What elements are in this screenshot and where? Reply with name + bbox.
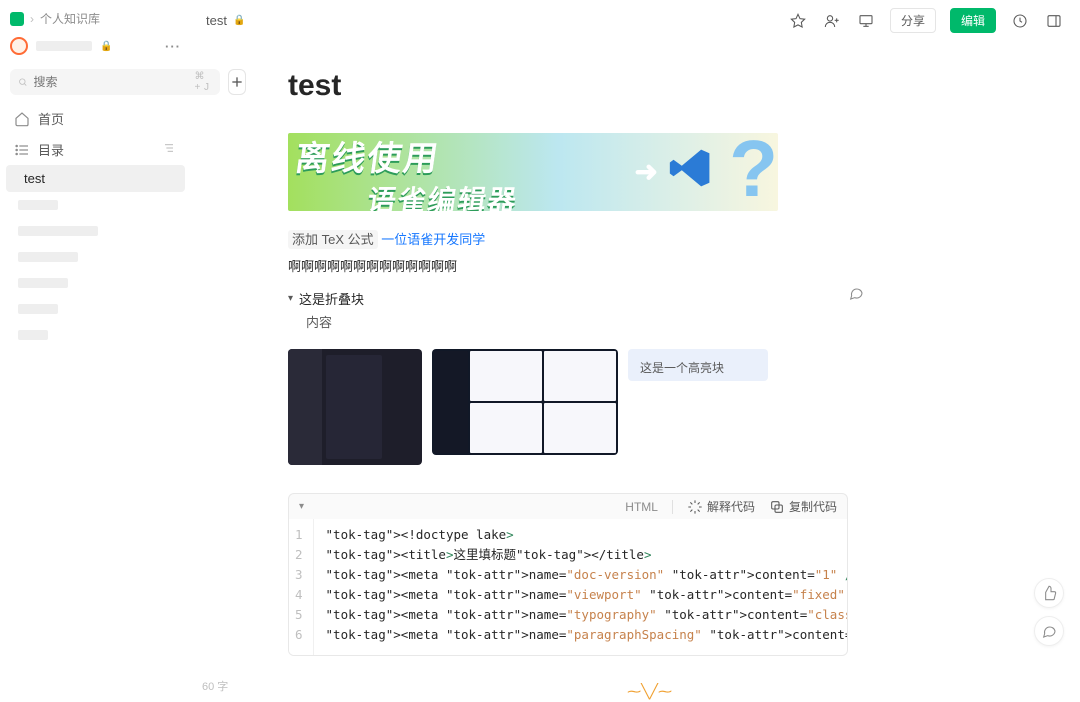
- comment-button[interactable]: [1034, 616, 1064, 646]
- doc-item-label: test: [24, 171, 45, 186]
- code-body[interactable]: 123456 "tok-tag"><!doctype lake>"tok-tag…: [289, 519, 847, 655]
- document-body: test 离线使用 语雀编辑器 ➜ ? 添加 TeX 公式 一位语雀开发同学 啊…: [288, 41, 848, 702]
- presentation-icon: [858, 13, 874, 29]
- star-button[interactable]: [788, 11, 808, 31]
- question-mark-icon: ?: [729, 133, 778, 211]
- doc-item-placeholder[interactable]: [18, 200, 58, 210]
- explain-code-button[interactable]: 解释代码: [687, 498, 755, 515]
- sidebar: › 个人知识库 🔒 ··· ⌘ + J 首页 目录: [0, 0, 192, 702]
- collapse-title: 这是折叠块: [299, 289, 364, 308]
- banner-image[interactable]: 离线使用 语雀编辑器 ➜ ?: [288, 133, 778, 211]
- like-button[interactable]: [1034, 578, 1064, 608]
- comment-bubble-icon[interactable]: [848, 285, 864, 304]
- caret-down-icon[interactable]: ▾: [299, 501, 304, 512]
- tex-author-link[interactable]: 一位语雀开发同学: [381, 232, 485, 247]
- edit-button[interactable]: 编辑: [950, 8, 996, 33]
- share-button[interactable]: 分享: [890, 8, 936, 33]
- thumbs-up-icon: [1041, 585, 1057, 601]
- code-block: ▾ HTML 解释代码 复制代码: [288, 493, 848, 656]
- breadcrumb[interactable]: › 个人知识库: [0, 0, 191, 31]
- main: test 🔒 分享 编辑 test 离线使用 语雀编辑器 ➜ ?: [192, 0, 1080, 702]
- list-icon: [14, 142, 30, 158]
- lock-icon: 🔒: [233, 15, 245, 26]
- doc-item-active[interactable]: test: [6, 165, 185, 192]
- search-field[interactable]: [33, 75, 188, 89]
- sparkle-icon: [687, 499, 703, 515]
- app-logo-icon: [10, 12, 24, 26]
- search-icon: [18, 74, 27, 90]
- nav-toc[interactable]: 目录: [0, 134, 191, 165]
- doc-item-placeholder[interactable]: [18, 278, 68, 288]
- doc-breadcrumb-title[interactable]: test: [206, 13, 227, 28]
- image-thumb[interactable]: [432, 349, 618, 455]
- nav-toc-label: 目录: [38, 140, 64, 159]
- star-icon: [790, 13, 806, 29]
- copy-code-button[interactable]: 复制代码: [769, 498, 837, 515]
- paragraph[interactable]: 啊啊啊啊啊啊啊啊啊啊啊啊啊: [288, 256, 848, 275]
- doc-item-placeholder[interactable]: [18, 226, 98, 236]
- code-lines[interactable]: "tok-tag"><!doctype lake>"tok-tag"><titl…: [314, 519, 848, 655]
- lock-icon: 🔒: [100, 41, 112, 52]
- chevron-right-icon: ›: [30, 12, 34, 26]
- tex-line: 添加 TeX 公式 一位语雀开发同学: [288, 229, 848, 248]
- clock-icon: [1012, 13, 1028, 29]
- search-input[interactable]: ⌘ + J: [10, 69, 220, 95]
- doc-item-placeholder[interactable]: [18, 252, 78, 262]
- banner-subhead: 语雀编辑器: [365, 179, 521, 211]
- toc-toggle-icon[interactable]: [161, 140, 177, 159]
- panel-button[interactable]: [1044, 11, 1064, 31]
- tex-prefix[interactable]: 添加 TeX 公式: [288, 230, 378, 249]
- nav-home-label: 首页: [38, 109, 64, 128]
- more-button[interactable]: ···: [165, 39, 181, 54]
- banner-headline: 离线使用: [293, 133, 444, 180]
- topbar: test 🔒 分享 编辑: [192, 0, 1080, 41]
- collapse-toggle[interactable]: ▾ 这是折叠块: [288, 285, 848, 312]
- user-plus-icon: [824, 13, 840, 29]
- vscode-icon: [668, 145, 714, 191]
- code-lang-label[interactable]: HTML: [625, 500, 658, 514]
- avatar: [10, 37, 28, 55]
- doc-item-placeholder[interactable]: [18, 304, 58, 314]
- copy-icon: [769, 499, 785, 515]
- collapse-block: ▾ 这是折叠块 内容: [288, 285, 848, 331]
- code-gutter: 123456: [289, 519, 314, 655]
- highlight-block[interactable]: 这是一个高亮块: [628, 349, 768, 381]
- activity-pulse-icon: ⁓╲╱⁓: [627, 683, 672, 700]
- side-panel-icon: [1046, 13, 1062, 29]
- nav-home[interactable]: 首页: [0, 103, 191, 134]
- history-button[interactable]: [1010, 11, 1030, 31]
- invite-button[interactable]: [822, 11, 842, 31]
- word-count: 60 字: [196, 674, 234, 698]
- image-thumb[interactable]: [288, 349, 422, 465]
- arrow-icon: ➜: [635, 155, 658, 188]
- image-row: 这是一个高亮块: [288, 349, 848, 465]
- collapse-content[interactable]: 内容: [288, 312, 848, 331]
- code-header: ▾ HTML 解释代码 复制代码: [289, 494, 847, 519]
- workspace-name-placeholder: [36, 41, 92, 51]
- breadcrumb-space: 个人知识库: [40, 10, 100, 27]
- present-button[interactable]: [856, 11, 876, 31]
- comment-icon: [1041, 623, 1057, 639]
- caret-down-icon: ▾: [288, 293, 293, 304]
- home-icon: [14, 111, 30, 127]
- workspace-row[interactable]: 🔒 ···: [0, 31, 191, 61]
- doc-item-placeholder[interactable]: [18, 330, 48, 340]
- page-title[interactable]: test: [288, 69, 848, 103]
